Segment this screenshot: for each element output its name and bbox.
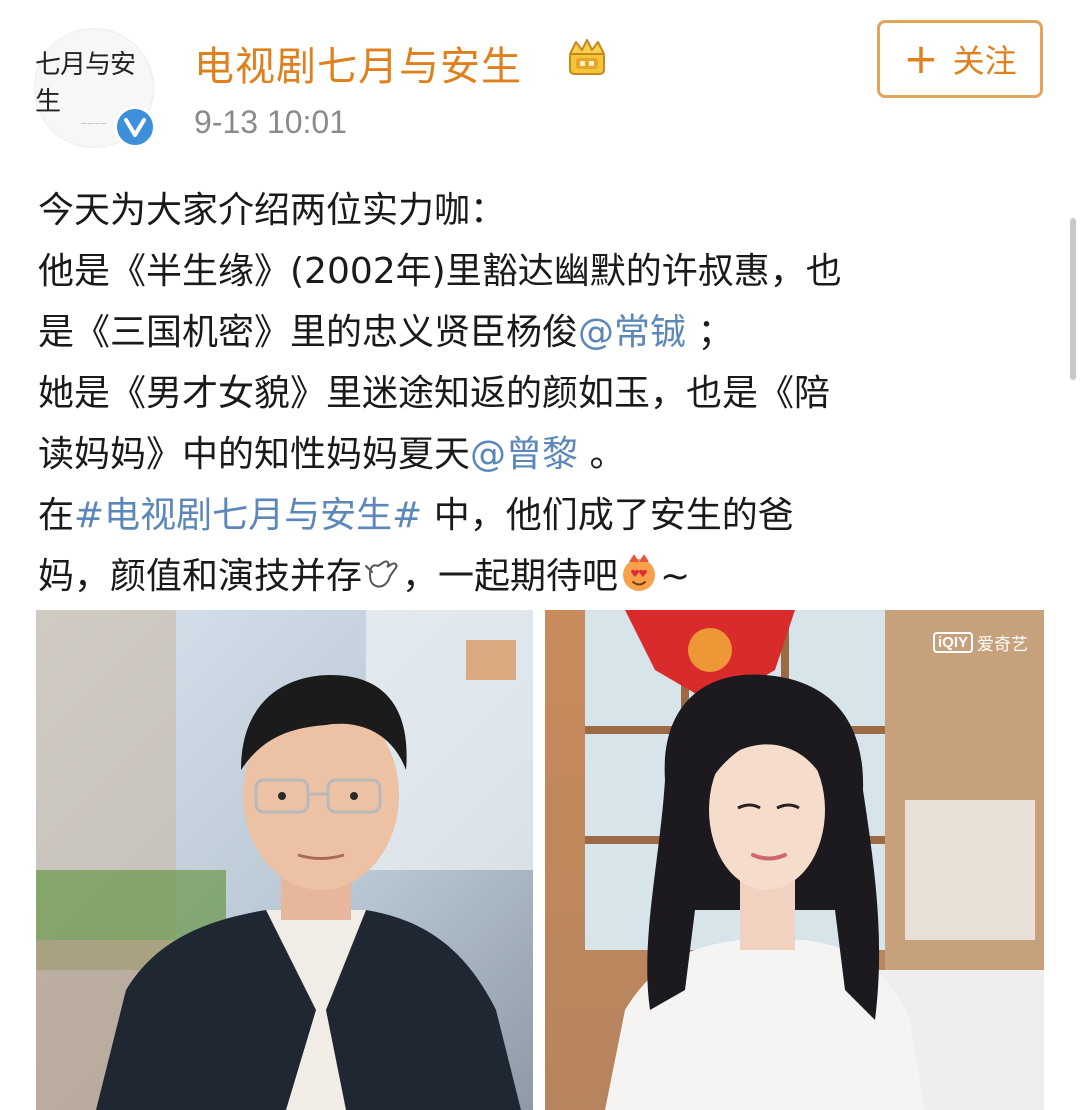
post-line: 在#电视剧七月与安生# 中，他们成了安生的爸 <box>38 485 1038 546</box>
post-text-segment: ，一起期待吧 <box>402 556 619 597</box>
post-line: 他是《半生缘》(2002年)里豁达幽默的许叔惠，也 <box>38 241 1038 302</box>
scrollbar[interactable] <box>1070 218 1076 380</box>
post-text-segment: ； <box>686 312 734 353</box>
post-line: 她是《男才女貌》里迷途知返的颜如玉，也是《陪 <box>38 363 1038 424</box>
mention-link-changcheng[interactable]: @常铖 <box>578 312 686 353</box>
heart-eyes-emoji-icon <box>618 552 660 613</box>
crown-badge-icon <box>569 39 605 75</box>
post-text: 今天为大家介绍两位实力咖： 他是《半生缘》(2002年)里豁达幽默的许叔惠，也 … <box>38 180 1038 607</box>
hang-loose-hand-emoji-icon <box>362 552 402 613</box>
post-photo-2[interactable]: iQIY 爱奇艺 <box>545 610 1044 1110</box>
follow-button[interactable]: + 关注 <box>877 20 1043 98</box>
post-text-segment: 在 <box>38 495 75 536</box>
verified-icon <box>114 106 156 148</box>
post-text-segment: 中，他们成了安生的爸 <box>422 495 794 536</box>
hashtag-link[interactable]: #电视剧七月与安生# <box>74 495 422 536</box>
post-timestamp: 9-13 10:01 <box>194 104 348 140</box>
post-text-segment: 他是《半生缘》(2002年)里豁达幽默的许叔惠，也 <box>38 251 842 292</box>
post-photo-1[interactable] <box>36 610 533 1110</box>
post-text-segment: 。 <box>578 434 626 475</box>
avatar-logo-subtext: ———— <box>81 119 107 127</box>
post-text-segment: 读妈妈》中的知性妈妈夏天 <box>38 434 471 475</box>
post-text-segment: 妈，颜值和演技并存 <box>38 556 363 597</box>
photo-woman-long-hair <box>545 610 1044 1110</box>
mention-link-zengli[interactable]: @曾黎 <box>470 434 578 475</box>
iqiyi-watermark: iQIY 爱奇艺 <box>932 630 1028 655</box>
plus-icon: + <box>903 34 939 83</box>
follow-button-label: 关注 <box>952 42 1017 80</box>
post-text-segment: 她是《男才女貌》里迷途知返的颜如玉，也是《陪 <box>38 373 831 414</box>
post-text-segment: ~ <box>660 556 691 597</box>
post-line: 妈，颜值和演技并存 ，一起期待吧 ~ <box>38 546 1038 607</box>
iqiyi-watermark-text: 爱奇艺 <box>977 635 1028 655</box>
post-text-segment: 今天为大家介绍两位实力咖： <box>38 190 507 231</box>
photo-man-in-suit <box>36 610 533 1110</box>
post-line: 读妈妈》中的知性妈妈夏天@曾黎 。 <box>38 424 1038 485</box>
post-line: 是《三国机密》里的忠义贤臣杨俊@常铖 ； <box>38 302 1038 363</box>
post-line: 今天为大家介绍两位实力咖： <box>38 180 1038 241</box>
account-name[interactable]: 电视剧七月与安生 <box>194 34 522 92</box>
iqiyi-logo-icon: iQIY <box>932 632 973 653</box>
post-text-segment: 是《三国机密》里的忠义贤臣杨俊 <box>38 312 579 353</box>
